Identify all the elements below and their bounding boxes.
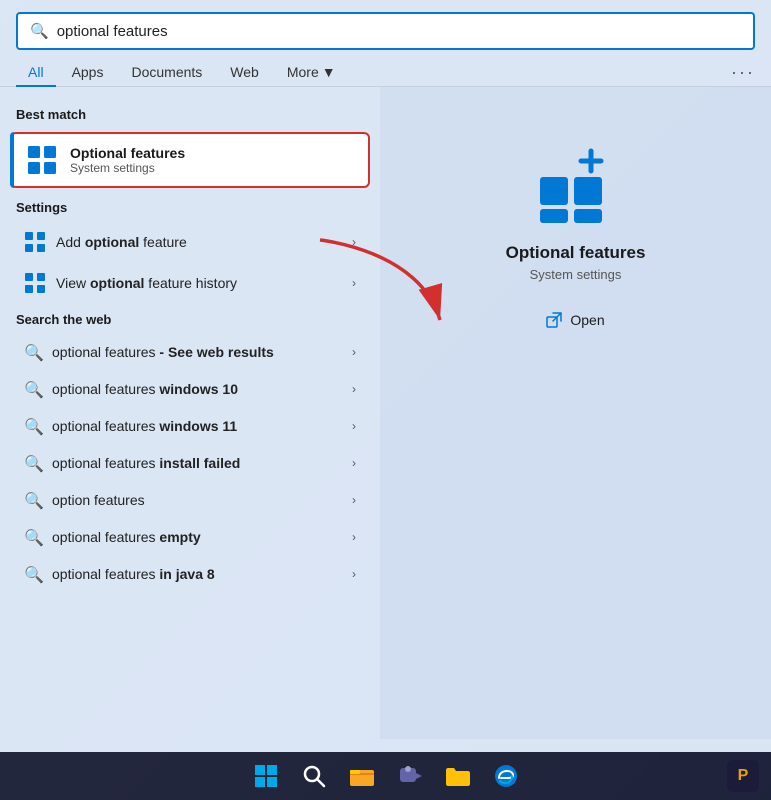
search-web-label: Search the web xyxy=(0,304,380,333)
right-panel-title: Optional features xyxy=(506,243,646,263)
web-label-5: option features xyxy=(52,492,352,508)
web-item-7[interactable]: 🔍 optional features in java 8 › xyxy=(10,556,370,592)
web-label-2: optional features windows 10 xyxy=(52,381,352,397)
taskbar: P xyxy=(0,752,771,800)
view-optional-feature-history-label: View optional feature history xyxy=(56,275,352,291)
taskbar-search-icon[interactable] xyxy=(298,760,330,792)
main-content: Best match Optional features System sett… xyxy=(0,87,771,739)
web-item-6[interactable]: 🔍 optional features empty › xyxy=(10,519,370,555)
web-label-4: optional features install failed xyxy=(52,455,352,471)
search-sm-icon-3: 🔍 xyxy=(24,417,42,435)
teams-icon[interactable] xyxy=(394,760,426,792)
web-item-2[interactable]: 🔍 optional features windows 10 › xyxy=(10,371,370,407)
add-feature-icon xyxy=(24,231,46,253)
web-item-1[interactable]: 🔍 optional features - See web results › xyxy=(10,334,370,370)
tab-apps[interactable]: Apps xyxy=(60,58,116,86)
tab-all[interactable]: All xyxy=(16,58,56,86)
folder-icon[interactable] xyxy=(442,760,474,792)
web-item-5[interactable]: 🔍 option features › xyxy=(10,482,370,518)
more-label: More xyxy=(287,64,319,80)
chevron-right-icon-w2: › xyxy=(352,382,356,396)
file-explorer-icon[interactable] xyxy=(346,760,378,792)
tab-documents[interactable]: Documents xyxy=(119,58,214,86)
open-external-icon xyxy=(546,312,562,328)
chevron-right-icon-w1: › xyxy=(352,345,356,359)
search-input-wrap[interactable]: 🔍 xyxy=(16,12,755,50)
add-optional-feature-item[interactable]: Add optional feature › xyxy=(10,222,370,262)
best-match-subtitle: System settings xyxy=(70,161,354,175)
chevron-right-icon-w4: › xyxy=(352,456,356,470)
search-input[interactable] xyxy=(57,23,741,40)
search-sm-icon-7: 🔍 xyxy=(24,565,42,583)
search-sm-icon-6: 🔍 xyxy=(24,528,42,546)
best-match-title: Optional features xyxy=(70,145,354,161)
plex-icon[interactable]: P xyxy=(727,760,759,792)
chevron-right-icon-w3: › xyxy=(352,419,356,433)
best-match-label: Best match xyxy=(0,99,380,128)
search-bar: 🔍 xyxy=(0,0,771,50)
search-sm-icon-1: 🔍 xyxy=(24,343,42,361)
search-icon: 🔍 xyxy=(30,22,49,40)
search-sm-icon-2: 🔍 xyxy=(24,380,42,398)
chevron-right-icon-w7: › xyxy=(352,567,356,581)
web-item-3[interactable]: 🔍 optional features windows 11 › xyxy=(10,408,370,444)
edge-icon[interactable] xyxy=(490,760,522,792)
open-button[interactable]: Open xyxy=(542,306,608,334)
chevron-right-icon-2: › xyxy=(352,276,356,290)
chevron-down-icon: ▼ xyxy=(322,64,336,80)
search-sm-icon-4: 🔍 xyxy=(24,454,42,472)
chevron-right-icon-w6: › xyxy=(352,530,356,544)
web-item-4[interactable]: 🔍 optional features install failed › xyxy=(10,445,370,481)
best-match-text: Optional features System settings xyxy=(70,145,354,175)
optional-features-icon xyxy=(26,144,58,176)
left-panel: Best match Optional features System sett… xyxy=(0,87,380,739)
right-panel: Optional features System settings Open xyxy=(380,87,771,739)
tabs-bar: All Apps Documents Web More ▼ ··· xyxy=(0,50,771,87)
settings-label: Settings xyxy=(0,192,380,221)
open-label: Open xyxy=(570,312,604,328)
tab-web[interactable]: Web xyxy=(218,58,271,86)
tabs-ellipsis[interactable]: ··· xyxy=(731,62,755,83)
search-sm-icon-5: 🔍 xyxy=(24,491,42,509)
search-window: 🔍 All Apps Documents Web More ▼ ··· Best… xyxy=(0,0,771,752)
web-label-1: optional features - See web results xyxy=(52,344,352,360)
windows-logo-icon[interactable] xyxy=(250,760,282,792)
view-optional-feature-history-item[interactable]: View optional feature history › xyxy=(10,263,370,303)
web-label-3: optional features windows 11 xyxy=(52,418,352,434)
web-label-7: optional features in java 8 xyxy=(52,566,352,582)
web-label-6: optional features empty xyxy=(52,529,352,545)
chevron-right-icon: › xyxy=(352,235,356,249)
best-match-item[interactable]: Optional features System settings xyxy=(10,132,370,188)
chevron-right-icon-w5: › xyxy=(352,493,356,507)
right-panel-subtitle: System settings xyxy=(530,267,622,282)
add-optional-feature-label: Add optional feature xyxy=(56,234,352,250)
view-feature-icon xyxy=(24,272,46,294)
tab-more[interactable]: More ▼ xyxy=(275,58,348,86)
right-panel-icon xyxy=(536,147,616,227)
